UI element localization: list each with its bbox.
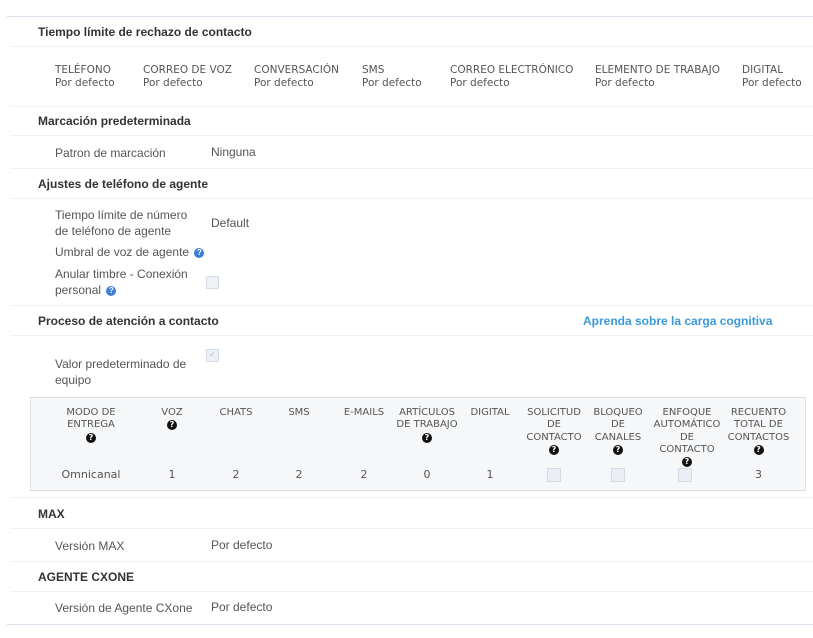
channel-value: Por defecto <box>362 77 422 89</box>
divider <box>10 591 813 592</box>
override-ring-label: Anular timbre - Conexión personal ? <box>55 266 200 298</box>
delivery-settings-table: MODO DE ENTREGA ? VOZ ? CHATS SMS E-MAIL… <box>30 397 806 491</box>
header-work-items: ARTÍCULOS DE TRABAJO ? <box>396 407 458 443</box>
contact-request-checkbox[interactable] <box>547 468 561 482</box>
channel-telefono: TELÉFONO Por defecto <box>55 64 115 90</box>
channel-name: CONVERSACIÓN <box>254 64 339 76</box>
channel-name: SMS <box>362 64 385 76</box>
override-ring-checkbox[interactable] <box>206 276 219 289</box>
header-total-contacts: RECUENTO TOTAL DE CONTACTOS ? <box>727 407 790 455</box>
max-version-value: Por defecto <box>211 538 273 552</box>
agent-phone-timeout-label: Tiempo límite de número de teléfono de a… <box>55 208 188 238</box>
header-delivery-mode: MODO DE ENTREGA ? <box>66 407 116 443</box>
divider <box>10 561 813 562</box>
channel-correo-de-voz: CORREO DE VOZ Por defecto <box>143 64 232 90</box>
divider <box>10 168 813 169</box>
header-voice: VOZ ? <box>161 407 183 431</box>
section-title-agent-phone: Ajustes de teléfono de agente <box>38 177 209 191</box>
section-title-contact-handling: Proceso de atención a contacto <box>38 314 219 328</box>
divider <box>10 528 813 529</box>
cxone-version-value: Por defecto <box>211 600 273 614</box>
help-icon[interactable]: ? <box>167 420 177 431</box>
divider <box>10 198 813 199</box>
divider <box>10 135 813 136</box>
bottom-divider <box>7 624 813 625</box>
voice-threshold-text: Umbral de voz de agente <box>55 245 190 259</box>
header-digital: DIGITAL <box>470 407 510 418</box>
contact-autofocus-checkbox[interactable] <box>678 468 692 482</box>
channel-digital: DIGITAL Por defecto <box>742 64 802 90</box>
agent-phone-timeout-value: Default <box>211 216 250 230</box>
dialing-pattern-label: Patron de marcación <box>55 146 166 160</box>
team-default-checkbox[interactable]: ✓ <box>206 349 219 362</box>
cell-total-contacts: 3 <box>755 468 762 481</box>
cell-work-items[interactable]: 0 <box>396 468 458 481</box>
channel-correo-electronico: CORREO ELECTRÓNICO Por defecto <box>450 64 573 90</box>
channel-value: Por defecto <box>742 77 802 89</box>
cxone-version-label: Versión de Agente CXone <box>55 601 193 615</box>
channel-value: Por defecto <box>450 77 510 89</box>
channel-name: TELÉFONO <box>55 64 111 76</box>
section-title-cxone-agent: AGENTE CXONE <box>38 570 135 584</box>
channel-name: CORREO DE VOZ <box>143 64 232 76</box>
cell-delivery-mode: Omnicanal <box>61 468 121 481</box>
channel-name: ELEMENTO DE TRABAJO <box>595 64 720 76</box>
cell-chats[interactable]: 2 <box>211 468 261 481</box>
channel-elemento-de-trabajo: ELEMENTO DE TRABAJO Por defecto <box>595 64 720 90</box>
divider <box>10 335 813 336</box>
channel-value: Por defecto <box>55 77 115 89</box>
divider <box>10 46 813 47</box>
cognitive-load-link[interactable]: Aprenda sobre la carga cognitiva <box>583 314 772 328</box>
header-chats: CHATS <box>219 407 253 418</box>
header-sms: SMS <box>288 407 310 418</box>
divider <box>10 305 813 306</box>
help-icon[interactable]: ? <box>682 457 692 468</box>
section-title-default-dialing: Marcación predeterminada <box>38 114 191 128</box>
top-divider <box>7 16 813 17</box>
help-icon[interactable]: ? <box>613 444 623 455</box>
dialing-pattern-value: Ninguna <box>211 145 256 159</box>
cell-digital[interactable]: 1 <box>465 468 515 481</box>
cell-sms[interactable]: 2 <box>274 468 324 481</box>
help-icon[interactable]: ? <box>86 432 96 443</box>
divider <box>10 106 813 107</box>
channel-sms: SMS Por defecto <box>362 64 422 90</box>
cell-voice[interactable]: 1 <box>147 468 197 481</box>
section-title-max: MAX <box>38 507 65 521</box>
override-ring-text: Anular timbre - Conexión personal <box>55 267 188 297</box>
channel-name: DIGITAL <box>742 64 784 76</box>
header-emails: E-MAILS <box>343 407 385 418</box>
channel-name: CORREO ELECTRÓNICO <box>450 64 574 76</box>
header-contact-autofocus: ENFOQUE AUTOMÁTICO DE CONTACTO ? <box>653 407 721 468</box>
help-icon[interactable]: ? <box>106 285 117 296</box>
header-contact-request: SOLICITUD DE CONTACTO ? <box>526 407 582 455</box>
channel-conversacion: CONVERSACIÓN Por defecto <box>254 64 339 90</box>
help-icon[interactable]: ? <box>422 432 432 443</box>
voice-threshold-label: Umbral de voz de agente ? <box>55 244 205 260</box>
team-default-label: Valor predeterminado de equipo <box>55 357 187 387</box>
help-icon[interactable]: ? <box>753 444 764 455</box>
help-icon[interactable]: ? <box>194 247 205 258</box>
section-title-rejection-timeout: Tiempo límite de rechazo de contacto <box>38 25 252 39</box>
header-channel-lock: BLOQUEO DE CANALES ? <box>593 407 643 455</box>
channel-lock-checkbox[interactable] <box>611 468 625 482</box>
channel-value: Por defecto <box>254 77 314 89</box>
help-icon[interactable]: ? <box>549 444 559 455</box>
divider <box>10 497 813 498</box>
max-version-label: Versión MAX <box>55 539 125 553</box>
cell-emails[interactable]: 2 <box>337 468 391 481</box>
channel-value: Por defecto <box>595 77 655 89</box>
channel-value: Por defecto <box>143 77 203 89</box>
